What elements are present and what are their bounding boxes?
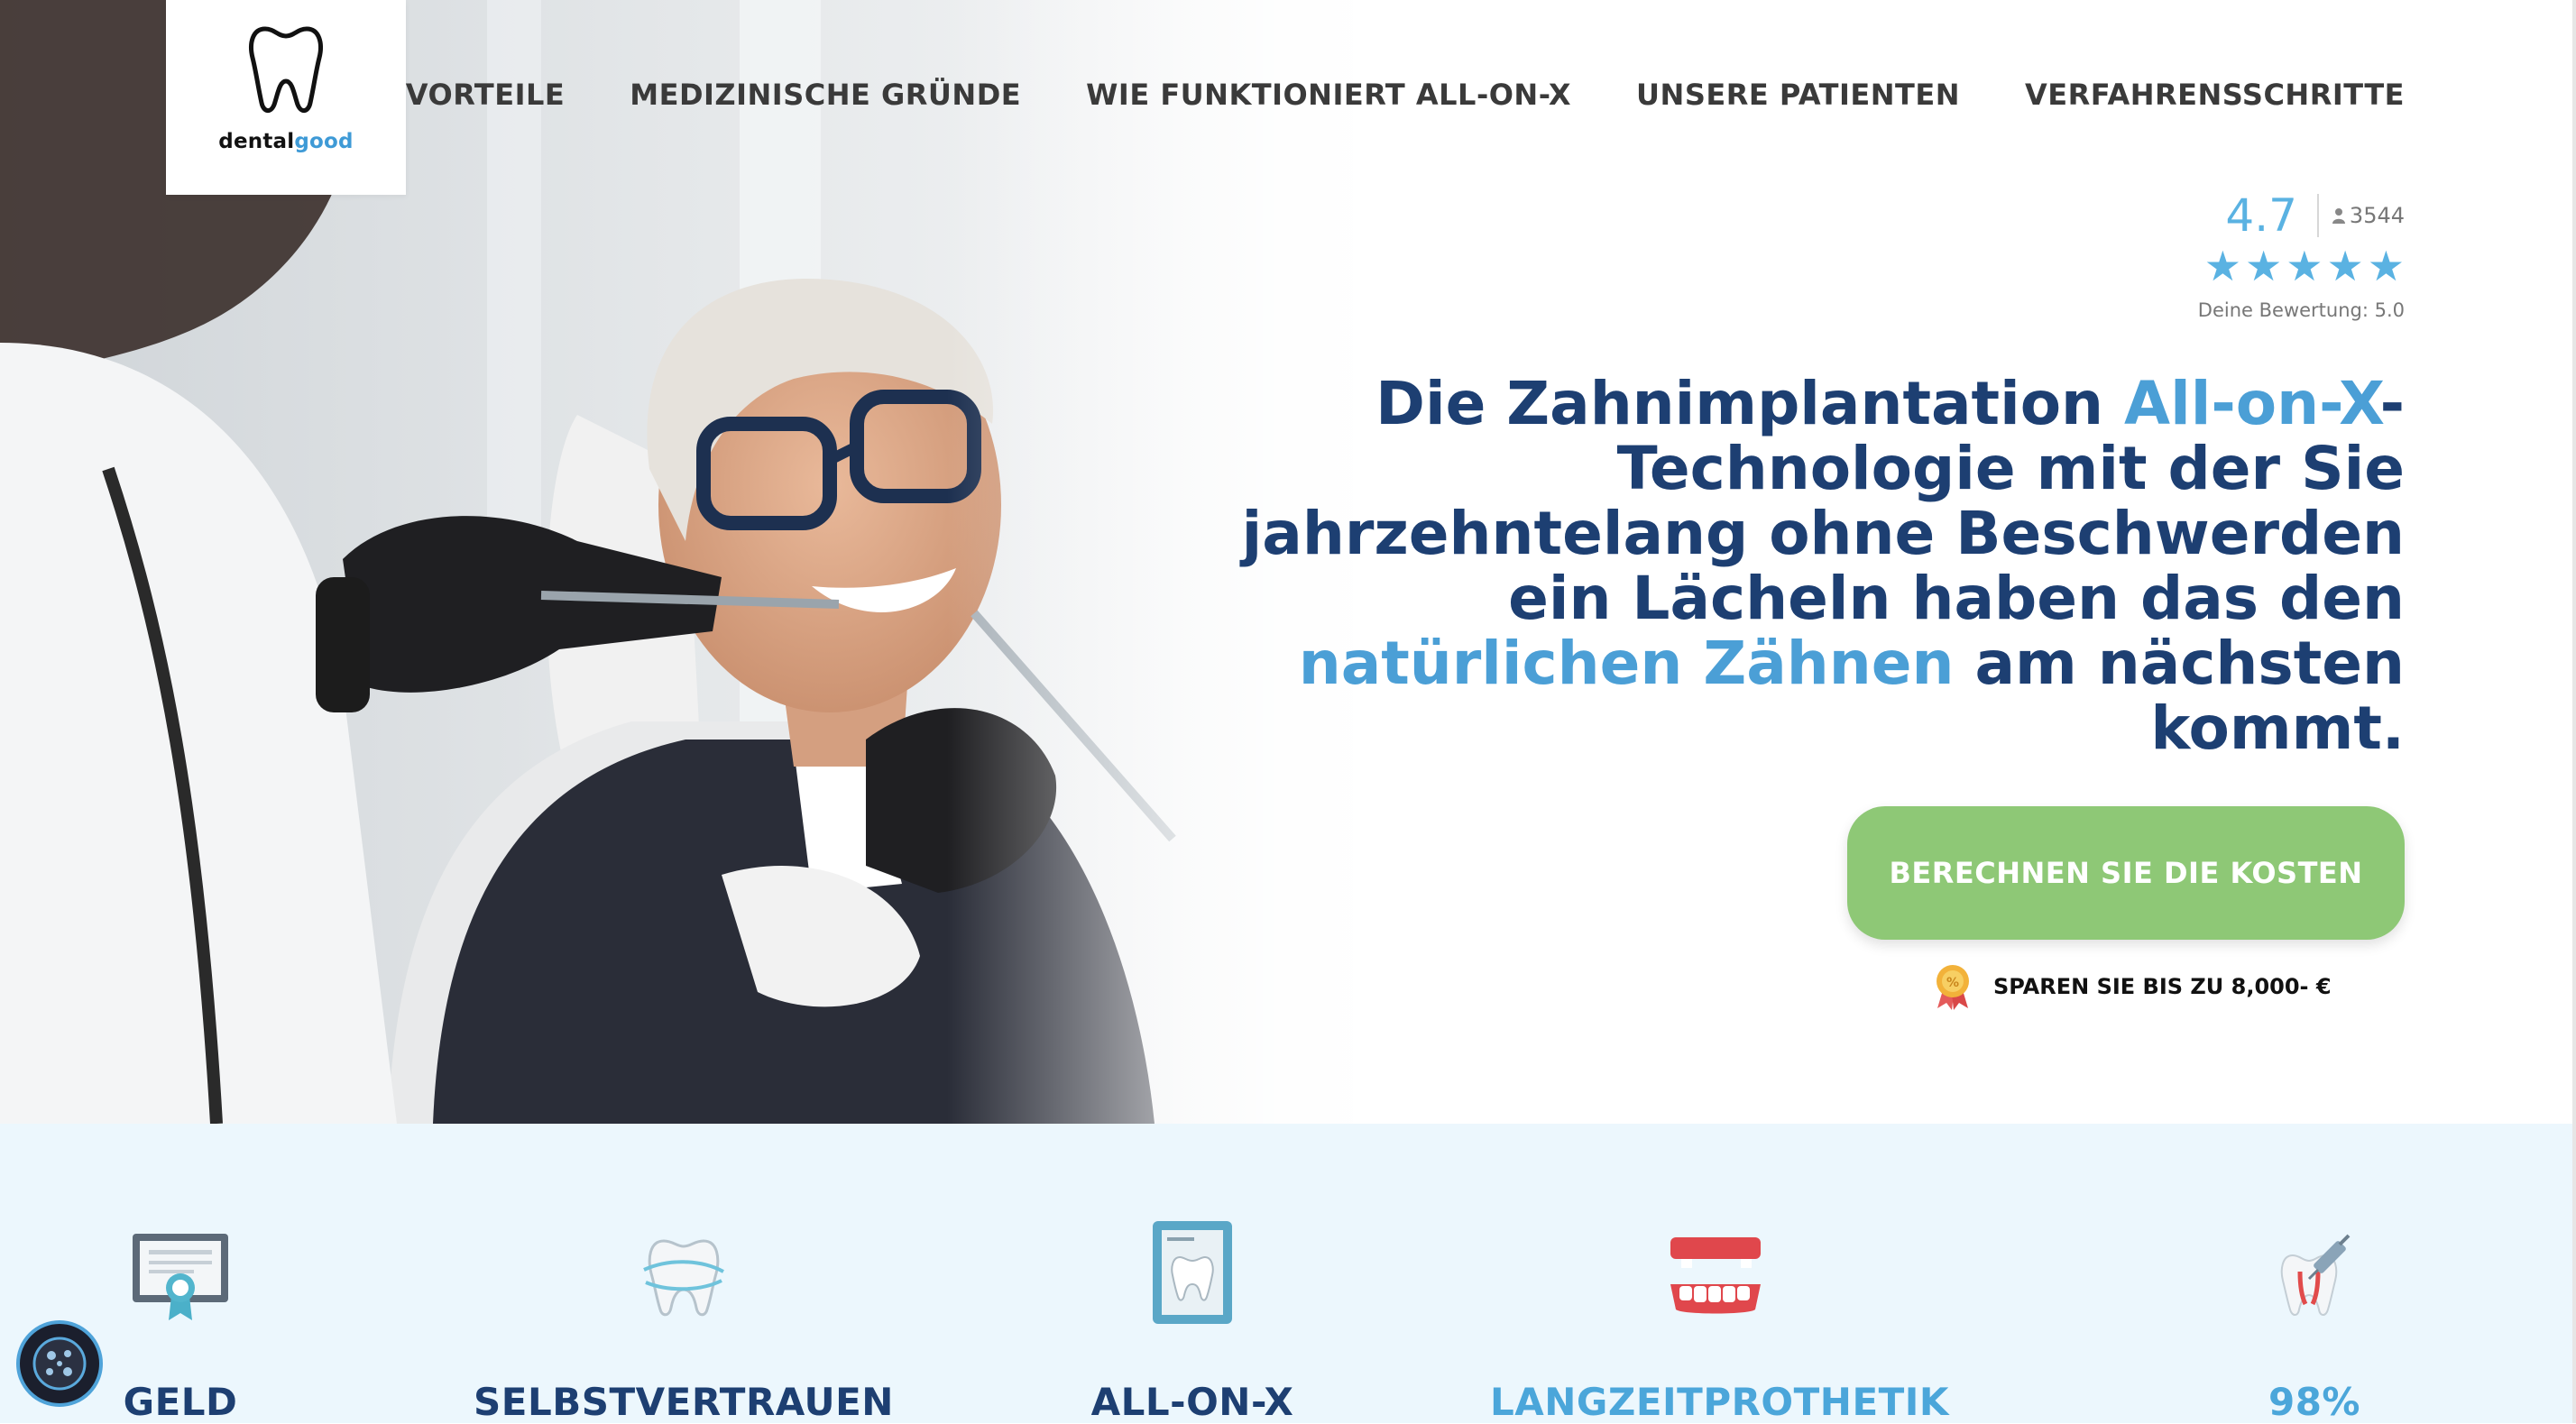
xray-tooth-icon — [1153, 1221, 1232, 1324]
benefits-section: GELD SELBSTVERTRAUEN ALL-ON-X LANGZEITPR… — [0, 1124, 2576, 1424]
calculate-costs-button[interactable]: BERECHNEN SIE DIE KOSTEN — [1847, 806, 2405, 940]
page-scrollbar[interactable] — [2572, 0, 2576, 1423]
benefit-item: SELBSTVERTRAUEN — [458, 1124, 909, 1424]
nav-item-vorteile[interactable]: VORTEILE — [406, 78, 565, 112]
hero-headline: Die Zahnimplantation All-on-X-Technologi… — [1241, 369, 2405, 763]
denture-icon — [1670, 1237, 1761, 1314]
savings-note: % SPAREN SIE BIS ZU 8,000- € — [1932, 963, 2332, 1010]
tooth-syringe-icon — [2280, 1234, 2351, 1316]
nav-item-wie-funktioniert[interactable]: WIE FUNKTIONIERT ALL-ON-X — [1086, 78, 1571, 112]
tooth-outline-icon — [249, 26, 323, 113]
benefit-label: SELBSTVERTRAUEN — [474, 1380, 894, 1424]
star-icon[interactable]: ★ — [2204, 245, 2241, 287]
star-icon[interactable]: ★ — [2368, 245, 2405, 287]
star-icon[interactable]: ★ — [2327, 245, 2364, 287]
rating-widget: 4.7 3544 ★ ★ ★ ★ ★ Deine Bewertung: 5.0 — [2170, 189, 2405, 321]
hero-section: dentalgood VORTEILE MEDIZINISCHE GRÜNDE … — [0, 0, 2576, 1124]
star-icon[interactable]: ★ — [2245, 245, 2282, 287]
main-nav: VORTEILE MEDIZINISCHE GRÜNDE WIE FUNKTIO… — [341, 78, 2405, 112]
benefit-item: LANGZEITPROTHETIK — [1490, 1124, 1949, 1424]
benefit-label: ALL-ON-X — [1090, 1380, 1294, 1424]
benefit-label: 98% — [2268, 1380, 2361, 1424]
tooth-sparkle-icon — [643, 1239, 724, 1317]
accessibility-button[interactable] — [16, 1320, 103, 1407]
star-rating[interactable]: ★ ★ ★ ★ ★ — [2170, 245, 2405, 287]
rating-score: 4.7 — [2225, 189, 2297, 242]
nav-item-unsere-patienten[interactable]: UNSERE PATIENTEN — [1636, 78, 1960, 112]
rating-divider — [2316, 194, 2319, 237]
benefit-label: LANGZEITPROTHETIK — [1490, 1380, 1949, 1424]
svg-text:%: % — [1946, 976, 1959, 990]
cookie-icon — [32, 1337, 87, 1391]
nav-item-verfahrensschritte[interactable]: VERFAHRENSSCHRITTE — [2025, 78, 2405, 112]
benefit-item: ALL-ON-X — [967, 1124, 1418, 1424]
rating-count: 3544 — [2332, 203, 2405, 228]
discount-badge-icon: % — [1937, 965, 1969, 1010]
your-rating: Deine Bewertung: 5.0 — [2197, 299, 2405, 321]
user-icon — [2332, 208, 2345, 224]
certificate-icon — [133, 1234, 228, 1320]
nav-item-medizinische-gruende[interactable]: MEDIZINISCHE GRÜNDE — [630, 78, 1021, 112]
star-icon[interactable]: ★ — [2286, 245, 2323, 287]
rating-count-value: 3544 — [2349, 203, 2405, 228]
savings-text: SPAREN SIE BIS ZU 8,000- € — [1993, 974, 2332, 999]
benefit-item: 98% — [2089, 1124, 2540, 1424]
logo-wordmark: dentalgood — [218, 130, 354, 153]
